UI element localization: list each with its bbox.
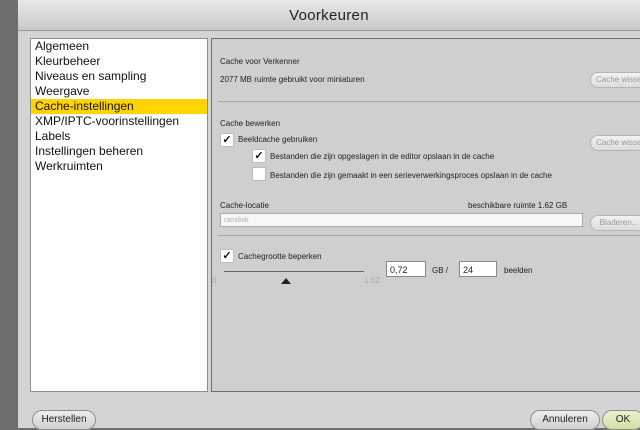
sidebar-item-labels[interactable]: Labels: [31, 129, 207, 144]
use-image-cache-checkbox[interactable]: ✓: [220, 133, 234, 147]
limit-cache-size-label: Cachegrootte beperken: [238, 252, 322, 261]
window-title: Voorkeuren: [289, 7, 369, 24]
preferences-sidebar: Algemeen Kleurbeheer Niveaus en sampling…: [30, 38, 208, 392]
sidebar-item-workspaces[interactable]: Werkruimten: [31, 159, 207, 174]
preferences-window: Voorkeuren Algemeen Kleurbeheer Niveaus …: [18, 0, 640, 430]
save-editor-files-label: Bestanden die zijn opgeslagen in de edit…: [270, 152, 495, 161]
section-divider: [218, 101, 640, 102]
save-editor-files-checkbox[interactable]: ✓: [252, 149, 266, 163]
save-batch-files-checkbox[interactable]: [252, 167, 266, 181]
slider-max-label: 1.62: [364, 276, 380, 285]
slider-min-label: 0: [212, 276, 217, 285]
browse-button[interactable]: Bladeren...: [590, 215, 640, 231]
reset-button[interactable]: Herstellen: [32, 410, 96, 430]
gb-unit-label: GB /: [432, 266, 449, 275]
sidebar-item-cache-settings[interactable]: Cache-instellingen: [31, 99, 207, 114]
sidebar-item-manage-settings[interactable]: Instellingen beheren: [31, 144, 207, 159]
sidebar-item-display[interactable]: Weergave: [31, 84, 207, 99]
cache-size-slider-track[interactable]: [224, 271, 364, 272]
cache-location-heading: Cache-locatie: [220, 201, 269, 210]
edit-cache-heading: Cache bewerken: [220, 119, 281, 128]
limit-cache-size-checkbox[interactable]: ✓: [220, 249, 234, 263]
sidebar-item-levels-sampling[interactable]: Niveaus en sampling: [31, 69, 207, 84]
available-space-label: beschikbare ruimte 1.62 GB: [468, 201, 568, 210]
cancel-button[interactable]: Annuleren: [530, 410, 600, 430]
browser-cache-usage: 2077 MB ruimte gebruikt voor miniaturen: [220, 75, 365, 84]
cache-settings-panel: Cache voor Verkenner 2077 MB ruimte gebr…: [211, 38, 640, 392]
checkmark-icon: ✓: [254, 150, 264, 162]
browser-cache-heading: Cache voor Verkenner: [220, 57, 300, 66]
sidebar-item-color-management[interactable]: Kleurbeheer: [31, 54, 207, 69]
cache-size-slider-thumb[interactable]: [281, 278, 292, 284]
sidebar-item-xmp-iptc[interactable]: XMP/IPTC-voorinstellingen: [31, 114, 207, 129]
ok-button[interactable]: OK: [602, 410, 640, 430]
sidebar-item-general[interactable]: Algemeen: [31, 39, 207, 54]
checkmark-icon: ✓: [222, 134, 232, 146]
use-image-cache-label: Beeldcache gebruiken: [238, 135, 318, 144]
title-bar: Voorkeuren: [18, 0, 640, 31]
clear-browser-cache-button[interactable]: Cache wissen: [590, 72, 640, 88]
save-batch-files-label: Bestanden die zijn gemaakt in een seriev…: [270, 171, 552, 180]
checkmark-icon: ✓: [222, 250, 232, 262]
section-divider: [218, 235, 640, 236]
clear-edit-cache-button[interactable]: Cache wissen: [590, 135, 640, 151]
frames-input[interactable]: 24: [459, 261, 497, 277]
frames-unit-label: beelden: [504, 266, 533, 275]
cache-size-gb-input[interactable]: 0,72: [386, 261, 426, 277]
cache-location-field[interactable]: ramdisk: [220, 213, 583, 227]
